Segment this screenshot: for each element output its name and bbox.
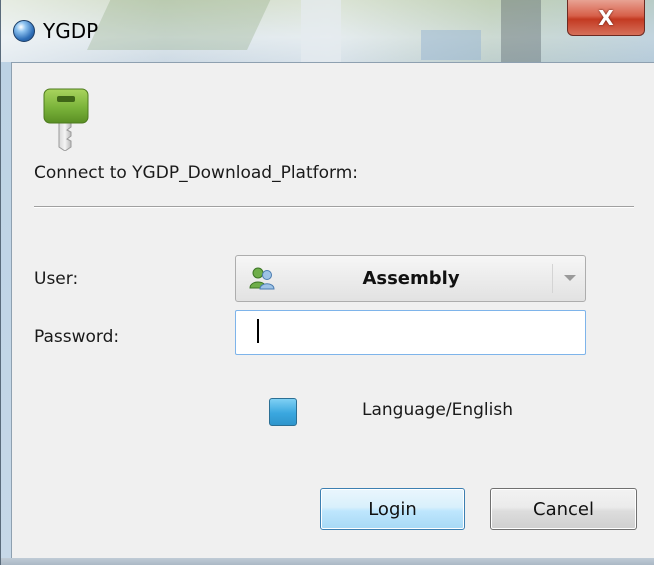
close-button[interactable]: X	[567, 0, 645, 36]
login-button[interactable]: Login	[320, 488, 465, 530]
dropdown-separator	[552, 264, 553, 293]
language-label: Language/English	[362, 400, 514, 420]
titlebar-backdrop-shape	[421, 30, 481, 60]
titlebar-backdrop-shape	[87, 0, 275, 50]
users-icon	[249, 267, 275, 290]
password-input[interactable]	[235, 310, 586, 355]
connect-heading: Connect to YGDP_Download_Platform:	[34, 163, 358, 183]
user-selected-value: Assembly	[362, 268, 460, 289]
title-bar[interactable]: YGDP X	[1, 0, 654, 62]
window-bottom-frame	[1, 558, 654, 565]
cancel-button[interactable]: Cancel	[490, 488, 637, 530]
window-title: YGDP	[43, 19, 99, 43]
close-icon: X	[598, 5, 614, 30]
divider	[34, 206, 634, 208]
dialog-client-area: Connect to YGDP_Download_Platform: User:…	[11, 62, 654, 565]
language-toggle-button[interactable]	[269, 398, 297, 426]
user-label: User:	[34, 269, 79, 289]
password-label: Password:	[34, 327, 120, 347]
titlebar-backdrop-shape	[301, 0, 341, 62]
user-dropdown[interactable]: Assembly	[235, 255, 586, 302]
chevron-down-icon[interactable]	[564, 275, 576, 281]
text-caret	[257, 319, 259, 343]
login-dialog-window: YGDP X Connect to YGDP_Download_Platform…	[0, 0, 654, 565]
key-icon	[43, 88, 89, 151]
globe-icon	[13, 20, 35, 42]
titlebar-backdrop-shape	[501, 0, 541, 62]
